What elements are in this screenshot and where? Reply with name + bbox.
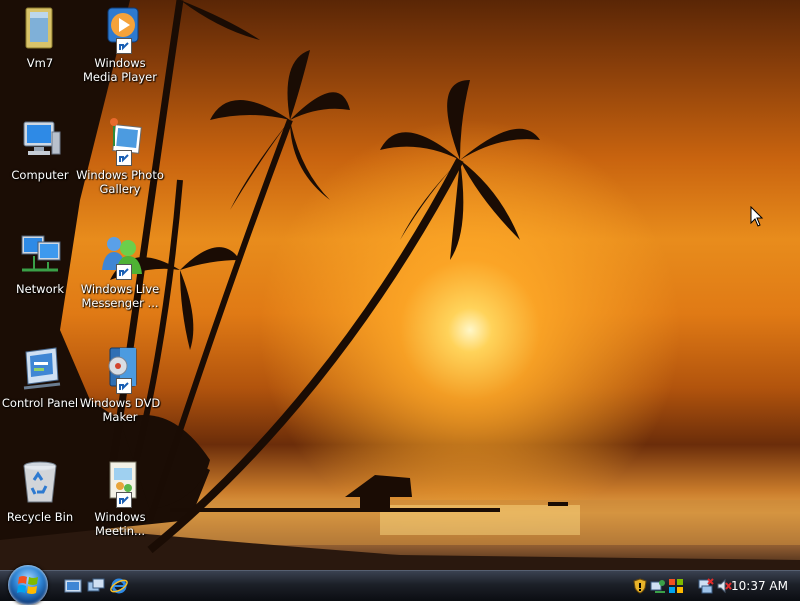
internet-explorer-icon [110, 578, 128, 594]
media-player-icon [96, 4, 144, 54]
desktop-icon-label: Recycle Bin [6, 510, 74, 524]
start-button[interactable] [8, 565, 48, 605]
folder-icon [16, 4, 64, 52]
desktop-icon-label: Windows Meetin... [94, 510, 146, 538]
messenger-icon [96, 230, 144, 280]
desktop-icon-vm7[interactable]: Vm7 [0, 4, 84, 70]
desktop-icon-windows-media-player[interactable]: Windows Media Player [76, 4, 164, 84]
show-desktop-icon [64, 579, 82, 593]
computer-icon [16, 116, 64, 164]
internet-explorer-button[interactable] [110, 577, 128, 595]
meeting-space-icon [96, 458, 144, 508]
desktop-icon-windows-meeting-space[interactable]: Windows Meetin... [76, 458, 164, 538]
desktop-icon-computer[interactable]: Computer [0, 116, 84, 182]
network-icon [16, 230, 64, 278]
start-orb-icon [17, 576, 38, 594]
shortcut-arrow-icon [116, 378, 132, 394]
desktop-icon-network[interactable]: Network [0, 230, 84, 296]
network-disconnected-icon[interactable] [698, 578, 714, 594]
photo-gallery-icon [96, 116, 144, 166]
desktop[interactable]: Vm7 Windows Media Player Computer Window… [0, 0, 800, 570]
desktop-icon-label: Computer [11, 168, 69, 182]
desktop-icon-label: Control Panel [1, 396, 79, 410]
system-tray: 10:37 AM [628, 571, 800, 601]
desktop-icon-label: Vm7 [26, 56, 54, 70]
shortcut-arrow-icon [116, 264, 132, 280]
volume-muted-icon[interactable] [716, 578, 732, 594]
desktop-icon-control-panel[interactable]: Control Panel [0, 344, 84, 410]
network-status-icon[interactable] [650, 578, 666, 594]
desktop-icon-label: Windows DVD Maker [79, 396, 161, 424]
recycle-bin-icon [16, 458, 64, 506]
desktop-icon-windows-live-messenger[interactable]: Windows Live Messenger ... [76, 230, 164, 310]
switch-windows-icon [87, 578, 105, 592]
desktop-icon-label: Windows Live Messenger ... [80, 282, 160, 310]
switch-windows-button[interactable] [87, 577, 105, 595]
taskbar: 10:37 AM [0, 565, 800, 605]
security-shield-icon[interactable] [632, 578, 648, 594]
clock[interactable]: 10:37 AM [731, 579, 788, 593]
dvd-maker-icon [96, 344, 144, 394]
shortcut-arrow-icon [116, 38, 132, 54]
desktop-icon-label: Windows Media Player [83, 56, 157, 84]
desktop-icon-label: Network [15, 282, 65, 296]
shortcut-arrow-icon [116, 492, 132, 508]
windows-update-icon[interactable] [668, 578, 684, 594]
desktop-icon-recycle-bin[interactable]: Recycle Bin [0, 458, 84, 524]
mouse-cursor-icon [750, 206, 764, 227]
show-desktop-button[interactable] [64, 577, 82, 595]
control-panel-icon [16, 344, 64, 392]
desktop-icon-windows-dvd-maker[interactable]: Windows DVD Maker [76, 344, 164, 424]
desktop-icon-windows-photo-gallery[interactable]: Windows Photo Gallery [76, 116, 164, 196]
desktop-icon-label: Windows Photo Gallery [76, 168, 164, 196]
shortcut-arrow-icon [116, 150, 132, 166]
